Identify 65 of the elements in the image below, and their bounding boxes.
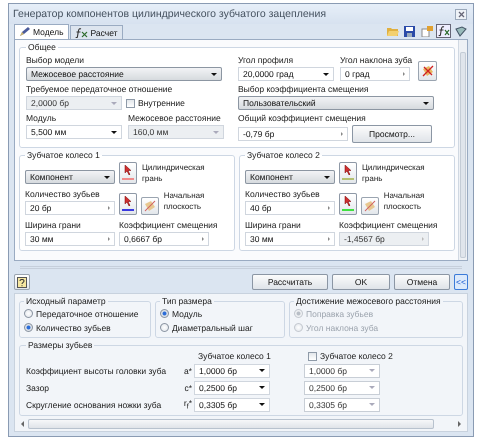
- tab[interactable]: Модель: [14, 24, 69, 39]
- tab[interactable]: Расчет: [70, 25, 123, 39]
- selection-label: Начальная плоскость: [164, 190, 206, 212]
- selection-label: Начальная плоскость: [384, 190, 426, 212]
- checkbox[interactable]: Внутренние: [126, 98, 185, 108]
- field-label: Количество зубьев: [25, 189, 101, 200]
- group-title: Зубчатое колесо 2: [246, 150, 321, 160]
- dropdown-field[interactable]: 5,500 мм: [26, 125, 122, 139]
- radio-option[interactable]: Диаметральный шаг: [160, 321, 280, 334]
- field-label: Межосевое расстояние: [128, 113, 222, 124]
- spin-field[interactable]: -0,79 бр: [238, 127, 348, 141]
- group-title: Размеры зубьев: [27, 340, 94, 350]
- row-label: Коэффициент высоты головки зуба: [26, 366, 168, 376]
- checkbox[interactable]: Зубчатое колесо 2: [308, 351, 418, 361]
- group-title: Общее: [27, 42, 57, 52]
- radio-option[interactable]: Модуль: [160, 307, 280, 320]
- field-label: Коэффициент смещения: [339, 220, 438, 231]
- field-label: Общий коэффициент смещения: [238, 113, 367, 124]
- symbol-label: c*: [183, 382, 193, 392]
- dropdown-field[interactable]: 0,2500 бр: [304, 380, 380, 394]
- spin-field[interactable]: 40 бр: [245, 201, 335, 215]
- symbol-label: r$_{f}$*: [182, 398, 193, 411]
- field-label: Выбор модели: [26, 55, 85, 66]
- spin-field[interactable]: 30 мм: [245, 232, 335, 246]
- field-label: Ширина грани: [245, 220, 302, 231]
- field-label: Угол профиля: [238, 55, 294, 66]
- field-label: Выбор коэффициента смещения: [238, 84, 370, 95]
- cancel-button[interactable]: Отмена: [394, 274, 450, 290]
- selection-label: Цилиндрическая грань: [362, 162, 426, 184]
- symbol-label: a*: [182, 366, 193, 376]
- field-label: Количество зубьев: [245, 189, 321, 200]
- select-field[interactable]: Пользовательский: [238, 96, 434, 110]
- radio-option[interactable]: Количество зубьев: [24, 321, 146, 334]
- selection-label: Цилиндрическая грань: [142, 162, 206, 184]
- group-title: Тип размера: [161, 296, 213, 306]
- spin-field[interactable]: 30 мм: [25, 232, 115, 246]
- collapse-button[interactable]: <<: [454, 274, 468, 290]
- field-label: Угол наклона зуба: [340, 55, 412, 66]
- dropdown-field[interactable]: 20,0000 град: [238, 67, 334, 81]
- spin-field[interactable]: 0,6667 бр: [119, 232, 209, 246]
- spin-field[interactable]: 20 бр: [25, 201, 115, 215]
- dropdown-field[interactable]: 0,3305 бр: [194, 398, 270, 412]
- group-title: Достижение межосевого расстояния: [295, 296, 442, 306]
- dropdown-field[interactable]: 1,0000 бр: [194, 364, 270, 378]
- column-header: Зубчатое колесо 1: [197, 351, 272, 361]
- ok-button[interactable]: OK: [332, 274, 390, 290]
- select-field[interactable]: Компонент: [245, 170, 335, 184]
- select-field[interactable]: Межосевое расстояние: [26, 67, 222, 81]
- group-title: Исходный параметр: [25, 296, 107, 306]
- calculate-button[interactable]: Рассчитать: [252, 274, 328, 290]
- field-label: Ширина грани: [25, 220, 82, 231]
- dropdown-field[interactable]: 0,3305 бр: [304, 398, 380, 412]
- select-field[interactable]: Компонент: [25, 170, 115, 184]
- preview-button[interactable]: Просмотр...: [352, 125, 432, 143]
- row-label: Зазор: [26, 382, 50, 392]
- dropdown-field[interactable]: 0,2500 бр: [194, 380, 270, 394]
- field-label: Коэффициент смещения: [119, 220, 218, 231]
- field-label: Требуемое передаточное отношение: [26, 84, 174, 95]
- field-label: Модуль: [26, 113, 58, 124]
- radio-option[interactable]: Передаточное отношение: [24, 307, 146, 320]
- row-label: Скругление основания ножки зуба: [26, 400, 162, 410]
- spin-field[interactable]: 0 град: [340, 67, 410, 81]
- window-title: Генератор компонентов цилиндрического зубчатого зацепления: [13, 8, 326, 20]
- dropdown-field[interactable]: 1,0000 бр: [304, 364, 380, 378]
- group-title: Зубчатое колесо 1: [26, 150, 101, 160]
